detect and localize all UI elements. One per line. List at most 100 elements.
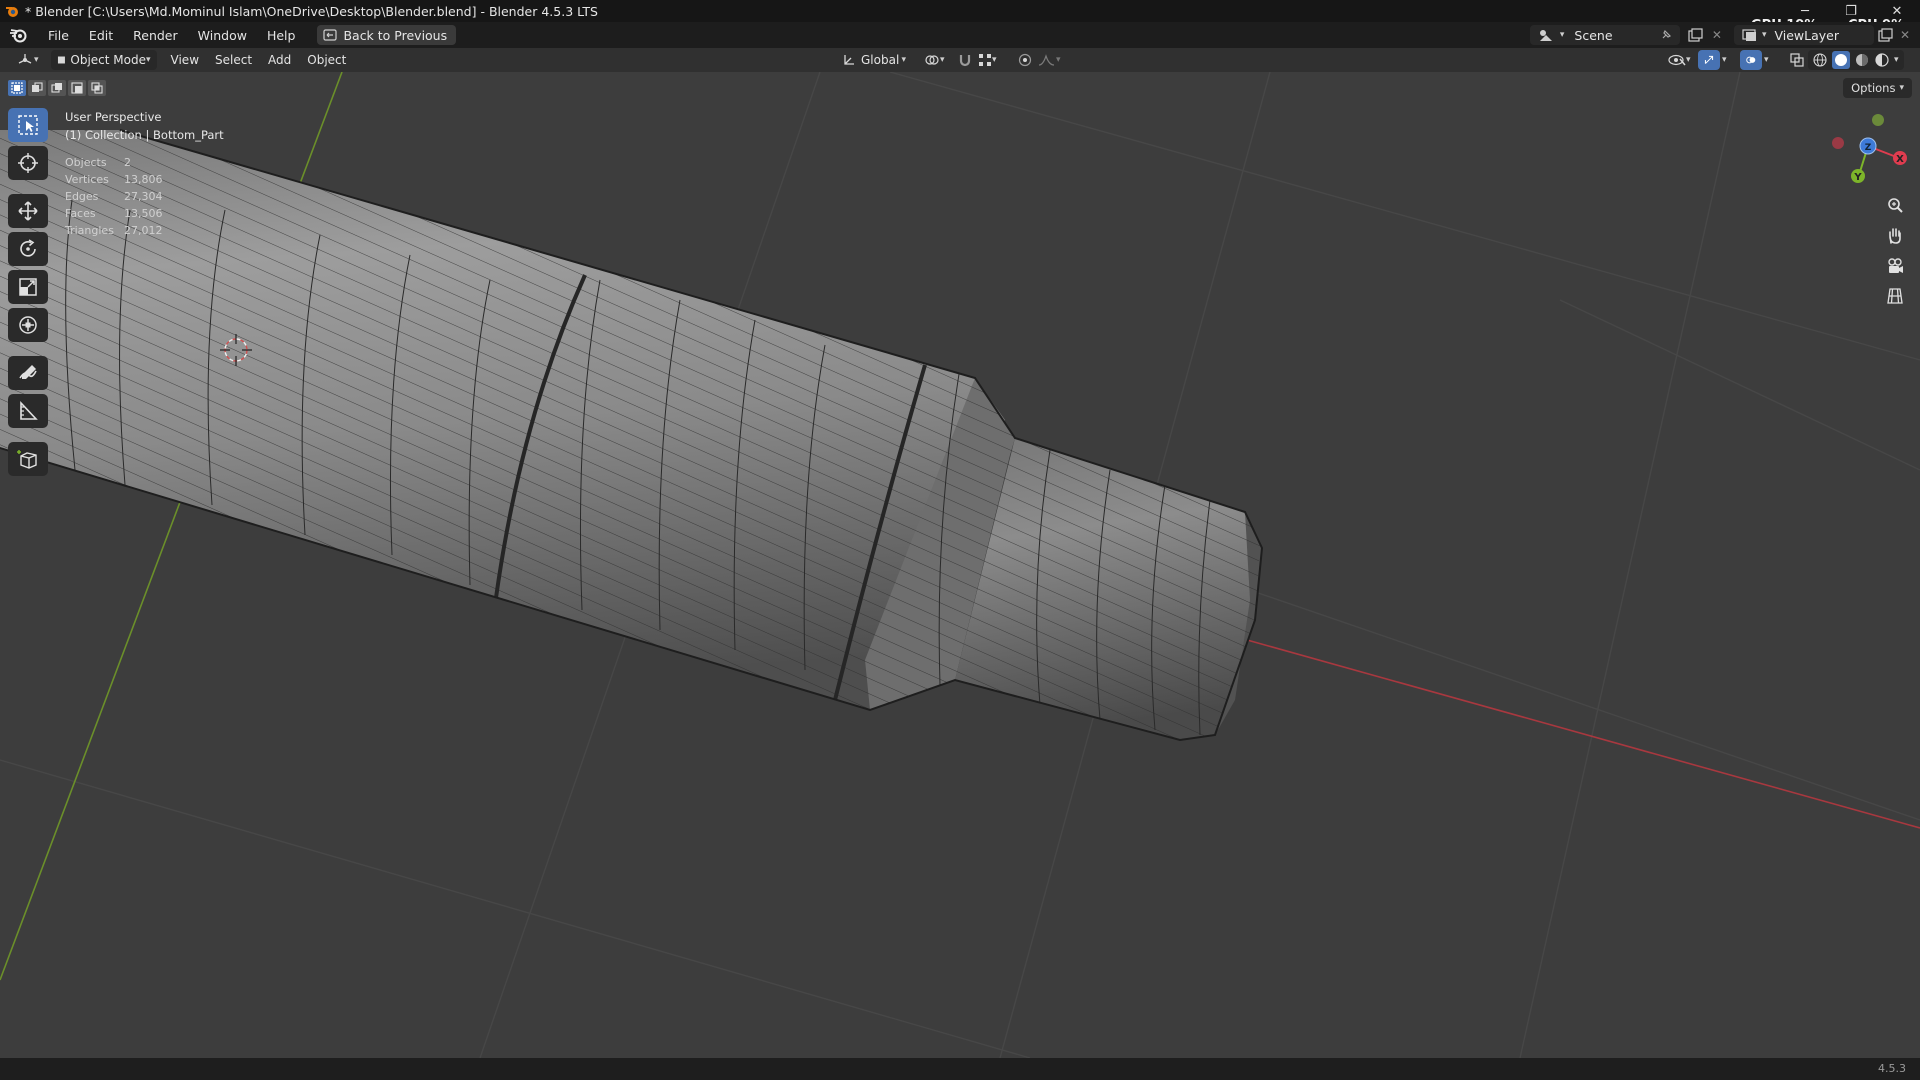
perspective-label: User Perspective [65,110,162,124]
gizmo-neg-x[interactable] [1832,137,1844,149]
chevron-down-icon: ▾ [34,55,39,65]
chevron-down-icon: ▾ [146,55,151,65]
add-cube-tool[interactable] [8,442,48,476]
blender-logo-icon[interactable] [8,27,28,43]
transform-orientation-selector[interactable]: Global ▾ [836,50,912,70]
pan-button[interactable] [1880,224,1910,248]
pivot-point-selector[interactable]: ▾ [918,50,951,70]
stat-label: Edges [65,190,99,203]
gizmo-y-label: Y [1853,172,1862,183]
ortho-toggle-button[interactable] [1880,284,1910,308]
wireframe-shading-icon[interactable] [1812,52,1828,68]
stat-value: 27,012 [124,224,163,237]
transform-tool[interactable] [8,308,48,342]
shading-options-chevron-icon[interactable]: ▾ [1894,55,1899,65]
select-subtract-button[interactable] [48,80,66,96]
overlays-toggle[interactable] [1740,50,1762,70]
gizmo-toggle[interactable] [1698,50,1720,70]
chevron-down-icon: ▾ [1056,55,1061,65]
selection-mode-buttons [8,80,106,96]
editor-type-button[interactable]: ▾ [10,50,45,70]
camera-view-icon [1888,258,1903,273]
selectability-visibility-button[interactable]: ▾ [1662,50,1697,70]
menu-object[interactable]: Object [301,50,352,70]
minimize-button[interactable]: ─ [1782,0,1828,22]
viewport-scene [0,72,1920,1058]
gizmo-dropdown-chevron-icon[interactable]: ▾ [1722,55,1727,65]
os-title-bar: * Blender [C:\Users\Md.Mominul Islam\One… [0,0,1920,33]
move-tool[interactable] [8,194,48,228]
blender-app-icon [6,7,18,17]
measure-icon [20,400,38,420]
material-preview-icon[interactable] [1854,52,1870,68]
restore-button[interactable]: ❐ [1828,0,1874,22]
x-axis-line [1239,637,1920,829]
menu-file[interactable]: File [38,28,79,43]
rendered-shading-icon[interactable] [1874,52,1890,68]
gizmo-neg-y[interactable] [1872,114,1884,126]
select-invert-button[interactable] [68,80,86,96]
navigation-gizmo[interactable]: X Y Z [1820,106,1920,196]
camera-view-button[interactable] [1880,254,1910,278]
window-title: * Blender [C:\Users\Md.Mominul Islam\One… [25,3,598,19]
stat-label: Faces [65,207,96,220]
chevron-down-icon: ▾ [992,55,997,65]
snap-target-selector[interactable]: ▾ [972,50,1003,70]
stat-row: Objects 2 [65,154,163,171]
gizmo-x-label: X [1896,154,1904,165]
xray-toggle[interactable] [1784,50,1810,70]
mode-selector[interactable]: Object Mode ▾ [50,50,157,70]
remove-view-layer-icon[interactable]: ✕ [1900,28,1910,42]
menu-view[interactable]: View [165,50,205,70]
menu-render[interactable]: Render [123,28,188,43]
new-view-layer-icon[interactable] [1878,28,1894,42]
menu-add[interactable]: Add [262,50,297,70]
select-new-button[interactable] [8,80,26,96]
select-box-tool[interactable] [8,108,48,142]
screen-back-icon [323,29,338,41]
select-extend-button[interactable] [28,80,46,96]
viewport-info: User Perspective (1) Collection | Bottom… [65,108,224,144]
options-button[interactable]: Options ▾ [1843,78,1912,98]
solid-shading-icon[interactable] [1832,51,1850,69]
snap-increment-icon [979,54,991,66]
menu-edit[interactable]: Edit [79,28,123,43]
stat-label: Vertices [65,173,109,186]
close-button[interactable]: ✕ [1874,0,1920,22]
stat-value: 2 [124,156,131,169]
shading-mode-group: ▾ [1808,50,1904,70]
mode-label: Object Mode [70,53,146,67]
zoom-icon [1888,198,1903,213]
select-intersect-button[interactable] [88,80,106,96]
chevron-down-icon: ▾ [901,55,906,65]
zoom-button[interactable] [1880,194,1910,218]
select-set-icon [11,82,23,94]
menu-window[interactable]: Window [188,28,257,43]
rotate-tool[interactable] [8,232,48,266]
view-layer-name: ViewLayer [1774,27,1839,43]
chevron-down-icon: ▾ [940,55,945,65]
proportional-falloff-selector[interactable]: ▾ [1032,50,1067,70]
3d-viewport[interactable]: User Perspective (1) Collection | Bottom… [0,72,1920,1058]
proportional-edit-icon [1018,53,1032,67]
pivot-icon [925,55,939,65]
overlays-dropdown-chevron-icon[interactable]: ▾ [1764,55,1769,65]
menu-select[interactable]: Select [209,50,258,70]
back-to-previous-button[interactable]: Back to Previous [317,25,457,45]
scene-name: Scene [1574,27,1613,43]
measure-tool[interactable] [8,394,48,428]
cursor-icon [18,153,38,173]
new-scene-icon[interactable] [1688,28,1704,42]
scale-tool[interactable] [8,270,48,304]
pin-icon[interactable] [1660,29,1672,41]
blender-top-bar: File Edit Render Window Help Back to Pre… [0,22,1920,48]
annotate-tool[interactable] [8,356,48,390]
menu-help[interactable]: Help [257,28,306,43]
cursor-tool[interactable] [8,146,48,180]
collection-label: (1) Collection | Bottom_Part [65,128,224,142]
view-layer-selector[interactable]: ▾ ViewLayer [1733,25,1874,45]
gizmo-arrows-icon [1704,55,1714,64]
select-subtract-icon [51,83,62,93]
scene-selector[interactable]: ▾ Scene [1529,25,1680,45]
remove-scene-icon[interactable]: ✕ [1712,28,1722,42]
